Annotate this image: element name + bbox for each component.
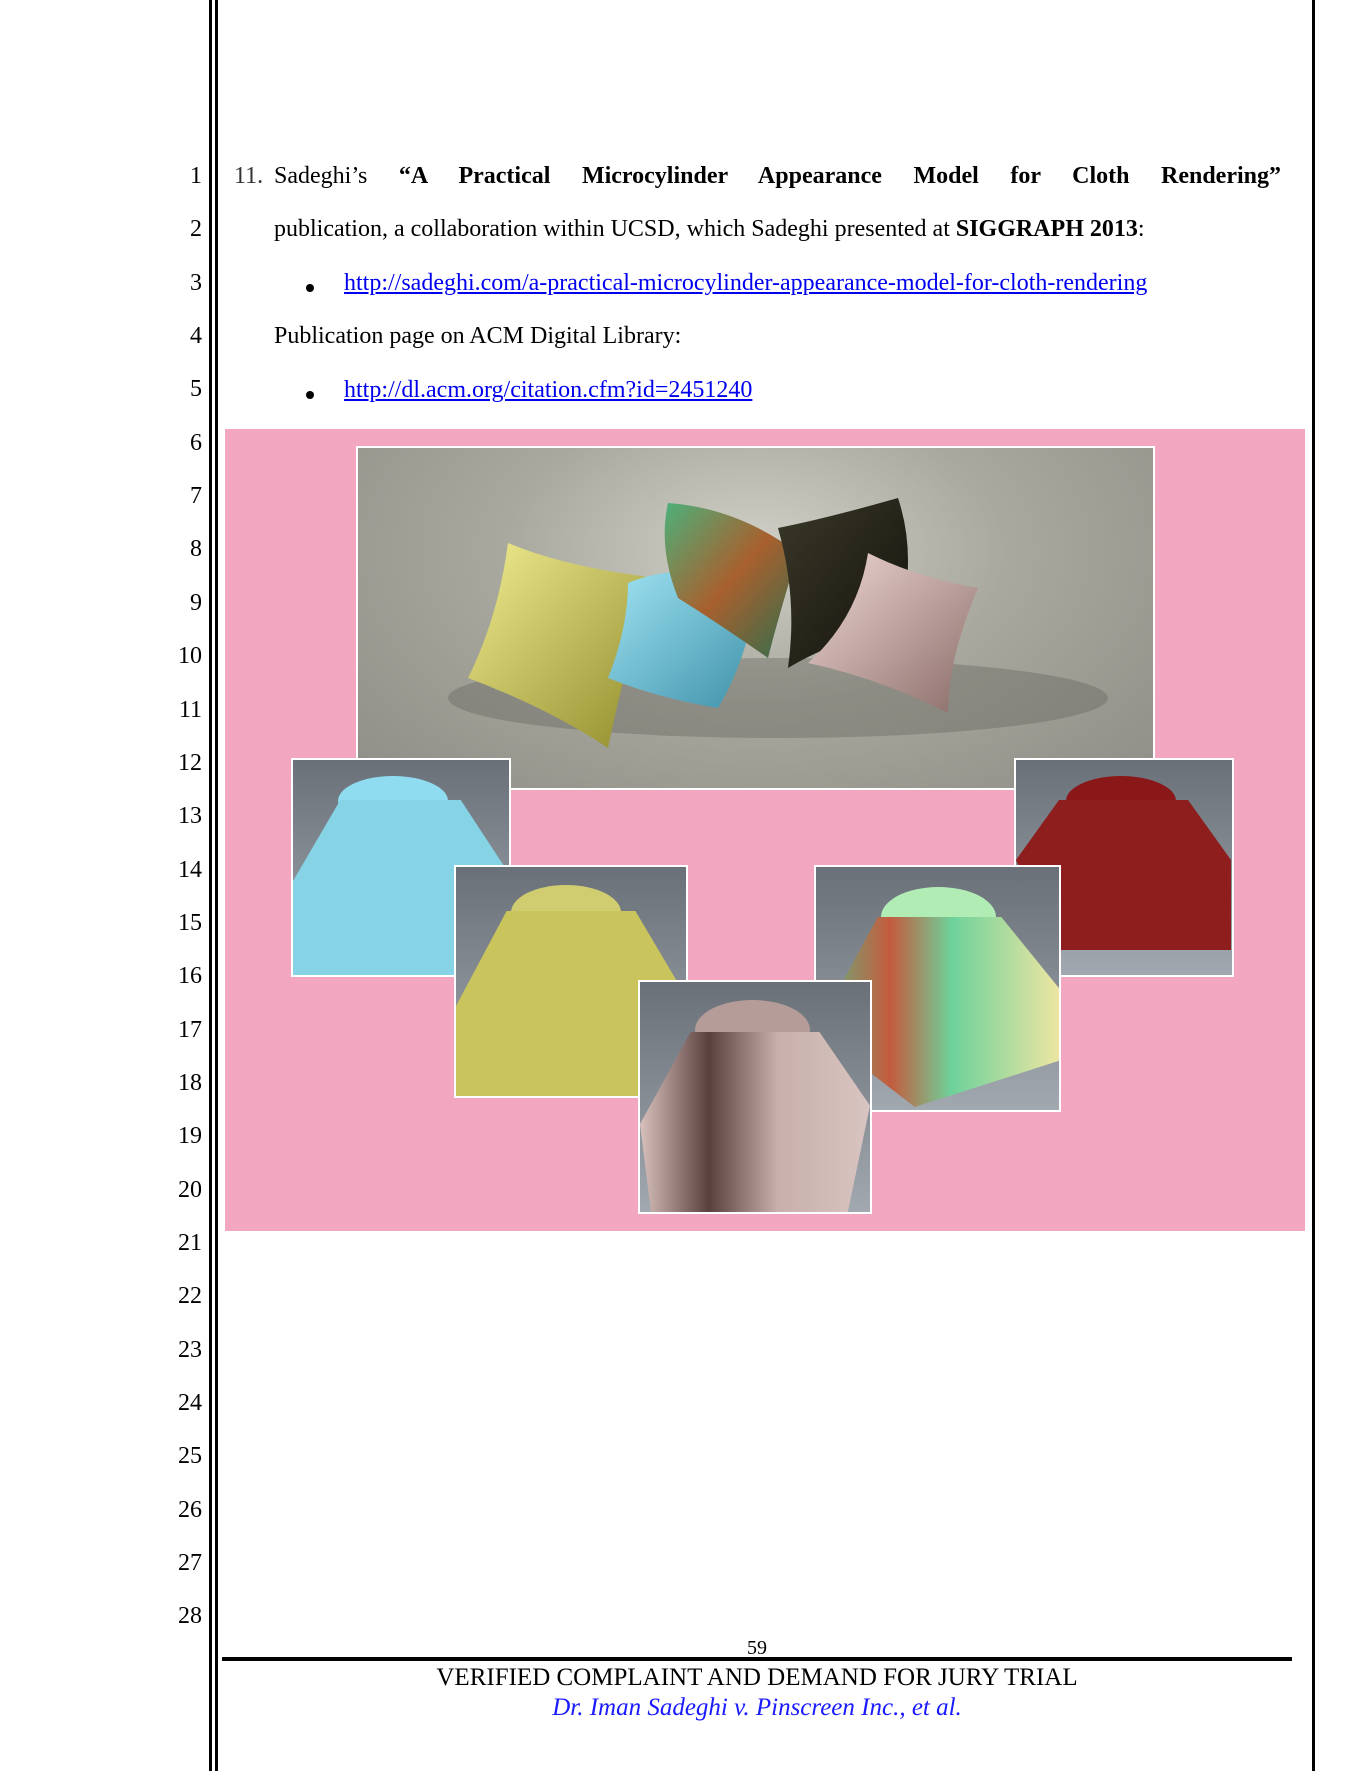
- line-number: 15: [178, 909, 202, 936]
- line-number: 19: [178, 1123, 202, 1150]
- line-number: 22: [178, 1283, 202, 1310]
- footer-rule: [222, 1657, 1292, 1661]
- acm-label: Publication page on ACM Digital Library:: [274, 323, 682, 349]
- line-number: 1: [190, 163, 202, 189]
- line-number: 14: [178, 856, 202, 883]
- conference-name: SIGGRAPH 2013: [955, 216, 1138, 242]
- line-number: 28: [178, 1603, 202, 1630]
- line-number: 7: [190, 483, 202, 510]
- line-number: 17: [178, 1016, 202, 1043]
- line-number: 5: [190, 376, 202, 403]
- line2-colon: :: [1137, 216, 1145, 242]
- bullet-icon: [306, 391, 314, 399]
- line-number: 12: [178, 749, 202, 776]
- pillows-illustration: [448, 498, 1108, 748]
- figure-collage: [225, 429, 1305, 1231]
- line-number: 9: [190, 589, 202, 616]
- paragraph-number: 11.: [234, 163, 264, 189]
- line-number: 13: [178, 803, 202, 830]
- paragraph-line-1: Sadeghi’s “A Practical Microcylinder App…: [274, 162, 1281, 190]
- line2-text: publication, a collaboration within UCSD…: [274, 216, 950, 242]
- sadeghi-publication-link[interactable]: http://sadeghi.com/a-practical-microcyli…: [344, 269, 1147, 297]
- line-number: 8: [190, 536, 202, 563]
- right-margin-rule: [1312, 0, 1315, 1771]
- line-number: 21: [178, 1230, 202, 1256]
- left-margin-rule-inner: [215, 0, 218, 1771]
- line-number: 20: [178, 1176, 202, 1203]
- line-number: 3: [190, 269, 202, 296]
- line-number: 27: [178, 1550, 202, 1577]
- line-number: 6: [190, 429, 202, 456]
- line-number: 18: [178, 1069, 202, 1096]
- left-margin-rule-outer: [209, 0, 212, 1771]
- line-number: 4: [190, 323, 202, 350]
- line-number: 2: [190, 216, 202, 243]
- paragraph-line-2: publication, a collaboration within UCSD…: [274, 215, 1145, 243]
- line-number: 16: [178, 963, 202, 990]
- paragraph-lead: Sadeghi’s: [274, 163, 368, 189]
- acm-citation-link[interactable]: http://dl.acm.org/citation.cfm?id=245124…: [344, 376, 752, 404]
- line-number: 24: [178, 1390, 202, 1417]
- line-number: 23: [178, 1336, 202, 1363]
- pink-drape-image: [638, 980, 872, 1214]
- pillows-image: [356, 446, 1155, 790]
- line-number: 26: [178, 1496, 202, 1523]
- bullet-icon: [306, 284, 314, 292]
- line-number: 25: [178, 1443, 202, 1470]
- line-number: 11: [178, 696, 202, 723]
- footer-case-caption: Dr. Iman Sadeghi v. Pinscreen Inc., et a…: [552, 1694, 962, 1721]
- line-number: 10: [178, 643, 202, 670]
- footer-title: VERIFIED COMPLAINT AND DEMAND FOR JURY T…: [436, 1664, 1078, 1691]
- publication-title: “A Practical Microcylinder Appearance Mo…: [398, 163, 1282, 189]
